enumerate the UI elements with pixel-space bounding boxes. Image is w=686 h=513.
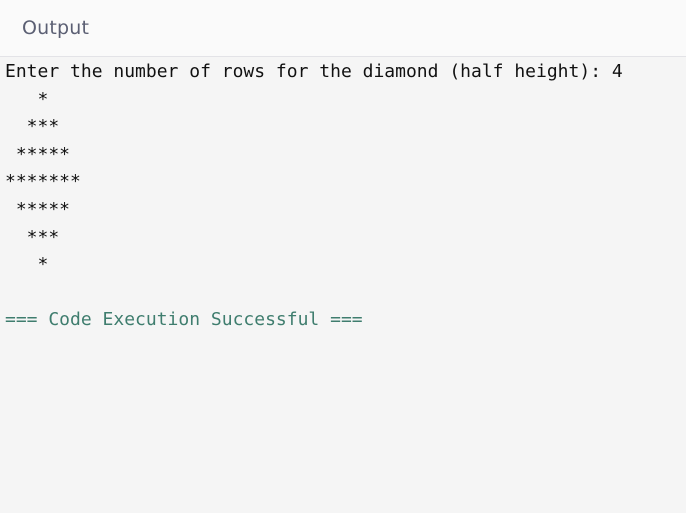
console-prompt-line: Enter the number of rows for the diamond…	[5, 61, 623, 82]
diamond-row: *******	[5, 171, 81, 193]
output-title: Output	[22, 17, 90, 39]
diamond-row: ***	[5, 226, 60, 248]
diamond-row: *****	[5, 198, 71, 220]
execution-status-line: === Code Execution Successful ===	[5, 309, 363, 331]
console-output[interactable]: Enter the number of rows for the diamond…	[5, 58, 686, 334]
output-header: Output	[0, 0, 686, 57]
diamond-row: *	[5, 254, 49, 276]
diamond-row: *****	[5, 143, 71, 165]
diamond-row: *	[5, 88, 49, 110]
diamond-row: ***	[5, 116, 60, 138]
output-panel: Output Enter the number of rows for the …	[0, 0, 686, 513]
